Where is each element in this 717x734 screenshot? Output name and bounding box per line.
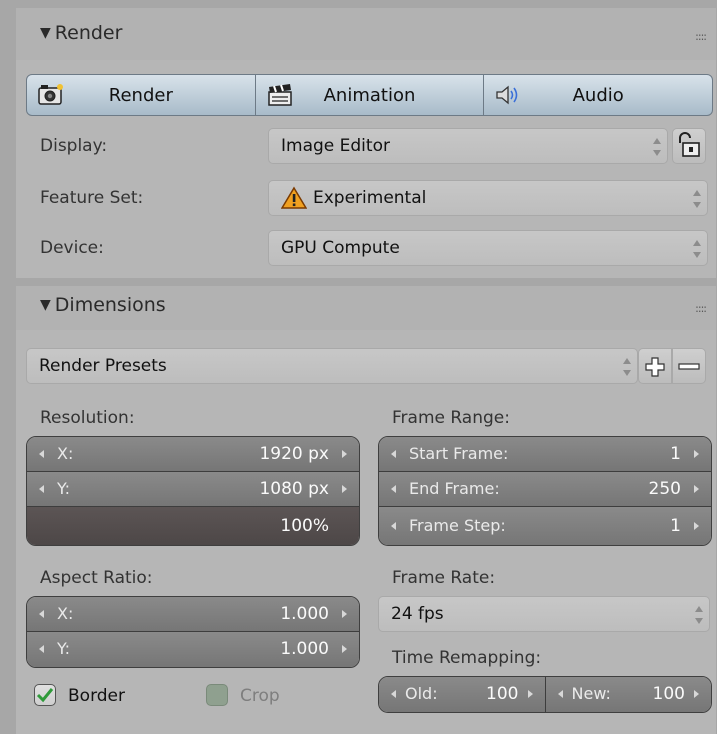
crop-checkbox[interactable] [206,684,228,706]
updown-arrows-icon [693,240,701,258]
device-select[interactable]: GPU Compute [268,230,708,266]
render-tabs: Render Animation Audio [26,74,713,116]
tab-animation[interactable]: Animation [256,75,485,115]
resolution-label: Resolution: [40,408,135,428]
increment-arrow-icon[interactable] [694,522,699,530]
frame-range-group: Start Frame: 1 End Frame: 250 Frame Step… [378,436,712,546]
device-label: Device: [40,238,104,258]
frame-step-field[interactable]: Frame Step: 1 [379,507,711,545]
drag-grip-icon[interactable]: :::: [695,30,707,43]
speaker-icon [496,85,518,105]
decrement-arrow-icon[interactable] [391,450,396,458]
start-frame-field[interactable]: Start Frame: 1 [379,437,711,472]
updown-arrows-icon [693,190,701,208]
end-frame-field[interactable]: End Frame: 250 [379,472,711,507]
decrement-arrow-icon[interactable] [391,522,396,530]
decrement-arrow-icon[interactable] [39,645,44,653]
tab-audio[interactable]: Audio [484,75,712,115]
updown-arrows-icon [695,606,703,624]
lock-interface-button[interactable] [672,128,706,164]
checkmark-icon [36,688,54,703]
clapperboard-icon [267,84,292,106]
display-select[interactable]: Image Editor [268,128,668,164]
remove-preset-button[interactable] [672,348,706,384]
time-remapping-group: Old: 100 New: 100 [378,676,712,713]
feature-set-select[interactable]: Experimental [268,180,708,216]
add-preset-button[interactable] [638,348,672,384]
frame-rate-select[interactable]: 24 fps [378,596,710,632]
aspect-ratio-group: X: 1.000 Y: 1.000 [26,596,360,668]
updown-arrows-icon [653,138,661,156]
decrement-arrow-icon[interactable] [557,690,563,698]
increment-arrow-icon[interactable] [694,485,699,493]
increment-arrow-icon[interactable] [527,690,533,698]
time-remap-new-field[interactable]: New: 100 [545,677,711,712]
warning-icon [281,186,307,209]
decrement-arrow-icon[interactable] [391,485,396,493]
display-label: Display: [40,136,108,156]
decrement-arrow-icon[interactable] [39,610,44,618]
frame-range-label: Frame Range: [392,408,510,428]
render-presets-select[interactable]: Render Presets [26,348,638,384]
increment-arrow-icon[interactable] [342,610,347,618]
disclosure-triangle-icon: ▼ [40,25,51,41]
crop-label[interactable]: Crop [240,686,280,706]
increment-arrow-icon[interactable] [694,690,699,698]
decrement-arrow-icon[interactable] [391,690,396,698]
aspect-ratio-label: Aspect Ratio: [40,568,153,588]
border-checkbox[interactable] [34,684,56,706]
resolution-y-field[interactable]: Y: 1080 px [27,472,359,507]
time-remapping-label: Time Remapping: [392,648,542,668]
increment-arrow-icon[interactable] [342,450,347,458]
aspect-x-field[interactable]: X: 1.000 [27,597,359,632]
dimensions-panel-title[interactable]: ▼ Dimensions [40,294,166,316]
unlocked-padlock-icon [679,132,700,157]
drag-grip-icon[interactable]: :::: [695,302,707,315]
border-label[interactable]: Border [68,686,125,706]
updown-arrows-icon [623,358,631,376]
resolution-x-field[interactable]: X: 1920 px [27,437,359,472]
dimensions-panel: ▼ Dimensions :::: Render Presets Resoluti… [16,286,716,734]
plus-icon [645,357,665,377]
aspect-y-field[interactable]: Y: 1.000 [27,632,359,667]
decrement-arrow-icon[interactable] [39,450,44,458]
increment-arrow-icon[interactable] [342,645,347,653]
resolution-group: X: 1920 px Y: 1080 px 100% [26,436,360,546]
minus-icon [678,363,700,370]
increment-arrow-icon[interactable] [694,450,699,458]
increment-arrow-icon[interactable] [342,485,347,493]
render-panel: ▼ Render :::: Render Animation Audio Dis… [16,8,716,278]
time-remap-old-field[interactable]: Old: 100 [379,677,546,712]
decrement-arrow-icon[interactable] [39,485,44,493]
resolution-percentage-slider[interactable]: 100% [27,507,359,545]
camera-icon [38,84,63,105]
disclosure-triangle-icon: ▼ [40,297,51,313]
tab-render[interactable]: Render [27,75,256,115]
feature-set-label: Feature Set: [40,188,144,208]
render-panel-title[interactable]: ▼ Render [40,22,122,44]
frame-rate-label: Frame Rate: [392,568,496,588]
